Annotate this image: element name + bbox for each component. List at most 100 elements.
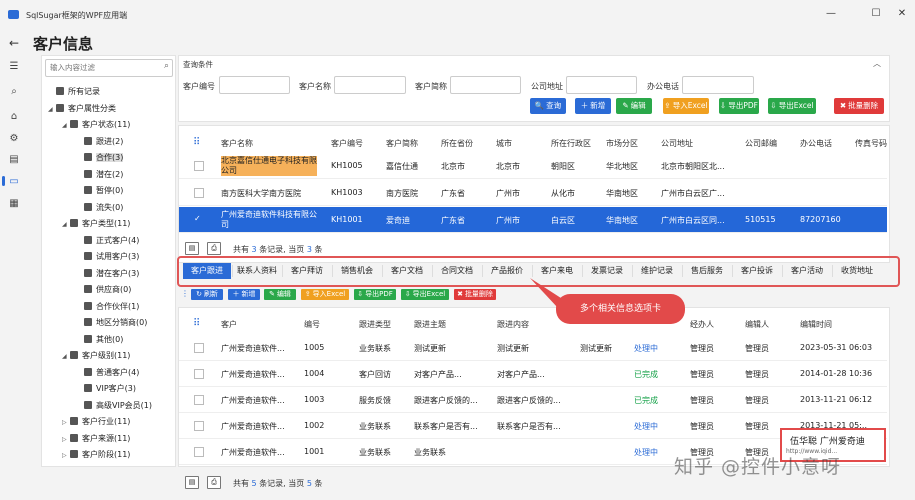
row-checkbox[interactable]	[194, 161, 204, 171]
row-checkbox[interactable]	[194, 343, 204, 353]
collapse-icon[interactable]: ︿	[873, 58, 881, 69]
tree-node[interactable]: 潜在客户(3)	[76, 267, 139, 281]
search-icon[interactable]: ⌕	[8, 86, 20, 98]
column-header[interactable]: 编辑人	[745, 319, 769, 330]
export-icon[interactable]: ▤	[185, 476, 199, 489]
column-header[interactable]: 所在省份	[441, 138, 473, 149]
tree-node[interactable]: 正式客户(4)	[76, 234, 139, 248]
tree-node[interactable]: VIP客户(3)	[76, 382, 136, 396]
column-chooser-icon[interactable]: ⠿	[193, 318, 200, 329]
tab-1[interactable]: 联系人资料	[233, 263, 281, 279]
tree-node[interactable]: 潜在(2)	[76, 168, 123, 182]
customer-code-input[interactable]	[219, 76, 290, 94]
card-icon[interactable]: ▭	[8, 176, 20, 188]
tree-node[interactable]: 其他(0)	[76, 333, 123, 347]
detail-button-5[interactable]: ⇩ 导出Excel	[401, 289, 449, 300]
tab-4[interactable]: 客户文档	[383, 263, 431, 279]
row-checkbox[interactable]	[194, 395, 204, 405]
tree-toggle-icon[interactable]: ◢	[62, 350, 70, 364]
menu-icon[interactable]: ☰	[8, 61, 20, 73]
column-header[interactable]: 客户	[221, 319, 237, 330]
column-header[interactable]: 所在行政区	[551, 138, 591, 149]
document-icon[interactable]: ▤	[8, 154, 20, 166]
tab-5[interactable]: 合同文档	[433, 263, 481, 279]
tree-node[interactable]: 暂停(0)	[76, 184, 123, 198]
print-icon[interactable]: ⎙	[207, 476, 221, 489]
query-button-4[interactable]: ⇩ 导出PDF	[719, 98, 759, 114]
query-button-3[interactable]: ⇪ 导入Excel	[663, 98, 709, 114]
search-icon[interactable]: ⌕	[164, 61, 169, 71]
tree-node[interactable]: ◢ 客户级别(11)	[62, 349, 130, 363]
tree-node[interactable]: 流失(0)	[76, 201, 123, 215]
row-checkbox[interactable]	[194, 188, 204, 198]
tab-10[interactable]: 售后服务	[683, 263, 731, 279]
column-header[interactable]: 编辑时间	[800, 319, 832, 330]
tab-12[interactable]: 客户活动	[783, 263, 831, 279]
table-row[interactable]: ✓ 广州爱奇迪软件科技有限公司 KH1001 爱奇迪 广东省 广州市 白云区 华南地区 广州市白…	[179, 207, 887, 233]
row-checkbox[interactable]	[194, 421, 204, 431]
column-header[interactable]: 客户编号	[331, 138, 363, 149]
query-button-2[interactable]: ✎ 编辑	[616, 98, 652, 114]
tree-node[interactable]: 跟进(2)	[76, 135, 123, 149]
column-header[interactable]: 办公电话	[800, 138, 832, 149]
tree-node[interactable]: 普通客户(4)	[76, 366, 139, 380]
detail-button-2[interactable]: ✎ 编辑	[264, 289, 296, 300]
table-row[interactable]: 广州爱奇迪软件... 1004 客户回访 对客户产品... 对客户产品... 已完成 管理员…	[179, 361, 887, 387]
tree-node[interactable]: 地区分销商(0)	[76, 316, 147, 330]
tree-search-input[interactable]	[46, 60, 158, 74]
tab-7[interactable]: 客户来电	[533, 263, 581, 279]
detail-button-0[interactable]: ↻ 刷新	[191, 289, 223, 300]
row-checked-icon[interactable]: ✓	[194, 215, 202, 223]
tab-13[interactable]: 收货地址	[833, 263, 881, 279]
tree-node[interactable]: ◢ 客户状态(11)	[62, 118, 130, 132]
table-row[interactable]: 广州爱奇迪软件... 1005 业务联系 测试更新 测试更新 测试更新 处理中 管理员 管理员 2…	[179, 335, 887, 361]
tree-node[interactable]: ▷ 客户来源(11)	[62, 432, 130, 446]
print-icon[interactable]: ⎙	[207, 242, 221, 255]
tree-toggle-icon[interactable]: ▷	[62, 416, 70, 430]
detail-button-3[interactable]: ⇪ 导入Excel	[301, 289, 349, 300]
tab-0[interactable]: 客户跟进	[183, 263, 231, 279]
query-button-5[interactable]: ⇩ 导出Excel	[768, 98, 816, 114]
home-icon[interactable]: ⌂	[8, 111, 20, 123]
tree-toggle-icon[interactable]: ◢	[62, 119, 70, 133]
settings-icon[interactable]: ⚙	[8, 133, 20, 145]
customer-name-input[interactable]	[334, 76, 406, 94]
detail-button-1[interactable]: ＋新增	[228, 289, 260, 300]
table-row[interactable]: 南方医科大学南方医院 KH1003 南方医院 广东省 广州市 从化市 华南地区 广州市白云区广…	[179, 180, 887, 206]
tab-2[interactable]: 客户拜访	[283, 263, 331, 279]
export-icon[interactable]: ▤	[185, 242, 199, 255]
tree-node[interactable]: 试用客户(3)	[76, 250, 139, 264]
close-button[interactable]: ✕	[893, 6, 911, 22]
tree-toggle-icon[interactable]: ◢	[48, 103, 56, 117]
query-button-0[interactable]: 🔍 查询	[530, 98, 566, 114]
tree-node[interactable]: ▷ 客户行业(11)	[62, 415, 130, 429]
grid-icon[interactable]: ▦	[8, 198, 20, 210]
tree-node[interactable]: ▷ 客户阶段(11)	[62, 448, 130, 462]
column-header[interactable]: 客户名称	[221, 138, 253, 149]
tab-8[interactable]: 发票记录	[583, 263, 631, 279]
tree-search-box[interactable]: ⌕	[45, 59, 173, 77]
tree-node[interactable]: ◢ 客户类型(11)	[62, 217, 130, 231]
table-row[interactable]: 北京嘉信仕通电子科技有限公司 KH1005 嘉信仕通 北京市 北京市 朝阳区 华北地区 北京市…	[179, 153, 887, 179]
tree-node[interactable]: ◢ 客户属性分类	[48, 102, 116, 116]
column-header[interactable]: 经办人	[690, 319, 714, 330]
column-header[interactable]: 客户简称	[386, 138, 418, 149]
minimize-button[interactable]: —	[822, 6, 840, 22]
drag-handle-icon[interactable]: ⋮	[181, 289, 189, 298]
tree-node[interactable]: 所有记录	[48, 85, 100, 99]
table-row[interactable]: 广州爱奇迪软件... 1003 服务反馈 跟进客户反馈的... 跟进客户反馈的... 已完…	[179, 387, 887, 413]
column-header[interactable]: 编号	[304, 319, 320, 330]
detail-button-6[interactable]: ✖ 批量删除	[454, 289, 496, 300]
column-header[interactable]: 公司地址	[661, 138, 693, 149]
column-header[interactable]: 传真号码	[855, 138, 887, 149]
column-header[interactable]: 跟进内容	[497, 319, 529, 330]
tree-node[interactable]: 供应商(0)	[76, 283, 131, 297]
query-button-1[interactable]: ＋新增	[575, 98, 611, 114]
office-phone-input[interactable]	[682, 76, 754, 94]
tab-3[interactable]: 销售机会	[333, 263, 381, 279]
row-checkbox[interactable]	[194, 369, 204, 379]
query-button-6[interactable]: ✖ 批量删除	[834, 98, 884, 114]
tree-node[interactable]: 合作伙伴(1)	[76, 300, 139, 314]
maximize-button[interactable]: ☐	[867, 6, 885, 22]
company-address-input[interactable]	[566, 76, 637, 94]
